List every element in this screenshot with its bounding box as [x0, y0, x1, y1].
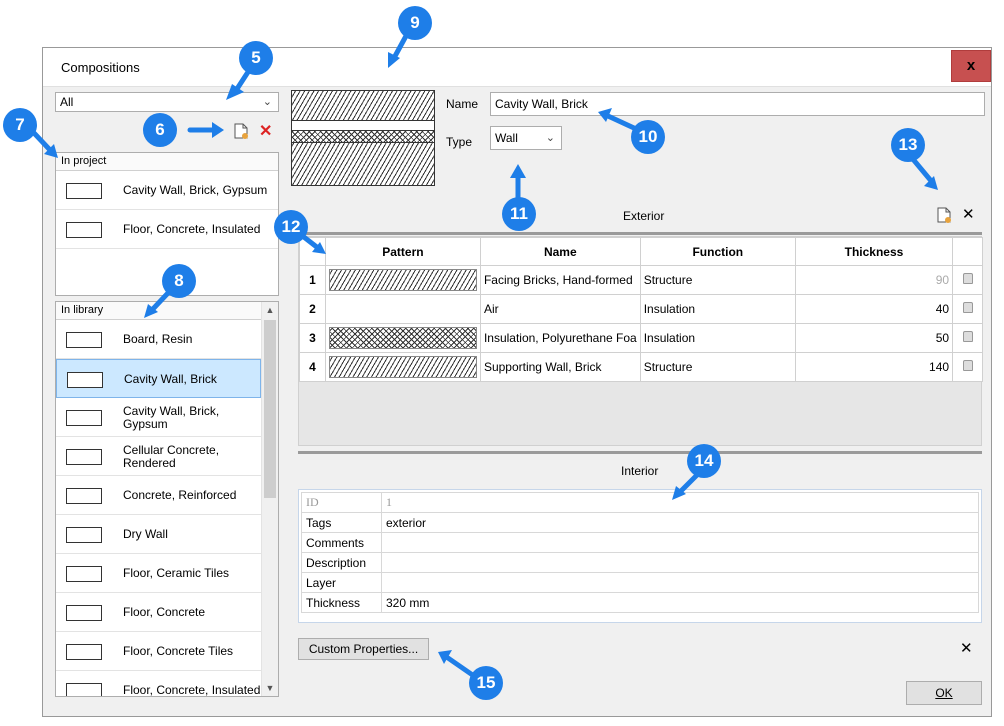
callout-8: 8	[162, 264, 196, 298]
callout-10: 10	[631, 120, 665, 154]
callout-13: 13	[891, 128, 925, 162]
callout-6: 6	[143, 113, 177, 147]
callout-arrows	[31, 33, 938, 679]
callout-7: 7	[3, 108, 37, 142]
callout-12: 12	[274, 210, 308, 244]
callout-14: 14	[687, 444, 721, 478]
callout-11: 11	[502, 197, 536, 231]
callout-15: 15	[469, 666, 503, 700]
screenshot-stage: Compositions x All ⌄ ✕ In project Cavity…	[0, 0, 1004, 726]
callout-9: 9	[398, 6, 432, 40]
